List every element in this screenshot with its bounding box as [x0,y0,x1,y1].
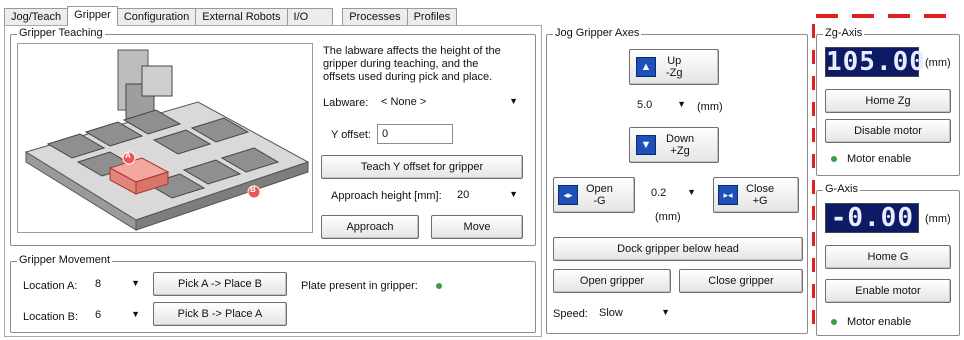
approach-height-value: 20 [457,189,470,201]
marker-b-label: B [250,185,256,194]
jog-gripper-axes-group: Jog Gripper Axes ▲ Up -Zg 5.0 ▼ (mm) ▼ D… [546,27,808,334]
annotation-dash [812,180,815,194]
jog-close-text: Close [746,183,775,195]
annotation-dash [812,50,815,64]
location-a-value: 8 [95,278,102,290]
jog-open-button[interactable]: ◂▸ Open -G [553,177,635,213]
jog-close-button[interactable]: ▸◂ Close +G [713,177,799,213]
tab-jog-teach[interactable]: Jog/Teach [4,8,69,26]
annotation-dash [812,258,815,272]
approach-height-label: Approach height [mm]: [331,190,442,202]
g-step-value: 0.2 [651,187,667,199]
annotation-dash [812,24,815,38]
description-line: offsets used during pick and place. [323,71,493,83]
zg-step-value: 5.0 [637,99,653,111]
gripper-teaching-group: Gripper Teaching A B The labware affects… [10,27,536,246]
description-line: The labware affects the height of the [323,45,501,57]
open-gripper-button[interactable]: Open gripper [553,269,671,293]
labware-description: The labware affects the height of the gr… [323,45,501,84]
jog-gripper-axes-legend: Jog Gripper Axes [553,27,642,39]
jog-down-button[interactable]: ▼ Down +Zg [629,127,719,163]
jog-up-label: Up -Zg [666,55,683,79]
speed-label: Speed: [553,308,588,320]
labware-value: < None > [381,96,427,108]
teach-y-offset-button[interactable]: Teach Y offset for gripper [321,155,523,179]
chevron-down-icon: ▼ [509,96,518,106]
jog-down-text: Down [666,133,695,145]
annotation-dash [924,14,946,18]
jog-open-axis: -G [593,195,606,207]
labware-label: Labware: [323,97,369,109]
pick-b-place-a-button[interactable]: Pick B -> Place A [153,302,287,326]
labware-select[interactable]: < None > ▼ [377,94,521,112]
chevron-down-icon: ▼ [131,278,140,288]
pick-a-place-b-button[interactable]: Pick A -> Place B [153,272,287,296]
annotation-dash [812,206,815,220]
tab-configuration[interactable]: Configuration [116,8,197,26]
location-b-label: Location B: [23,311,79,323]
jog-up-button[interactable]: ▲ Up -Zg [629,49,719,85]
jog-close-label: Close +G [746,183,774,207]
chevron-down-icon: ▼ [131,309,140,319]
arrows-horizontal-icon: ◂▸ [558,185,578,205]
chevron-down-icon: ▼ [677,99,686,109]
annotation-dash [852,14,874,18]
annotation-dash [812,232,815,246]
deck-illustration: A B [17,43,313,233]
jog-down-axis: +Zg [670,145,690,157]
arrow-up-icon: ▲ [636,57,656,77]
close-gripper-button[interactable]: Close gripper [679,269,803,293]
move-button[interactable]: Move [431,215,523,239]
tab-profiles[interactable]: Profiles [406,8,458,26]
dock-gripper-button[interactable]: Dock gripper below head [553,237,803,261]
location-a-label: Location A: [23,280,78,292]
zg-step-unit: (mm) [697,101,723,113]
approach-height-select[interactable]: 20 ▼ [453,187,521,205]
annotation-dash [812,128,815,142]
annotation-dash [812,284,815,298]
arrow-down-icon: ▼ [636,135,656,155]
tab-io[interactable]: I/O [286,8,334,26]
description-line: gripper during teaching, and the [323,58,479,70]
annotation-dash [812,76,815,90]
chevron-down-icon: ▼ [661,307,670,317]
speed-select[interactable]: Slow ▼ [595,305,673,323]
g-step-unit: (mm) [655,211,681,223]
location-b-value: 6 [95,309,102,321]
tab-bar: Jog/Teach Gripper Configuration External… [4,6,458,26]
tab-external-robots[interactable]: External Robots [195,8,288,26]
plate-present-label: Plate present in gripper: [301,280,418,292]
gripper-movement-legend: Gripper Movement [17,254,113,266]
location-b-select[interactable]: 6 ▼ [91,307,143,325]
tab-processes[interactable]: Processes [342,8,408,26]
jog-up-text: Up [667,55,682,67]
jog-up-axis: -Zg [666,67,683,79]
jog-open-label: Open -G [586,183,613,207]
gripper-teaching-legend: Gripper Teaching [17,27,105,39]
gripper-movement-group: Gripper Movement Location A: 8 ▼ Pick A … [10,254,536,333]
jog-open-text: Open [586,183,613,195]
y-offset-label: Y offset: [331,129,371,141]
tab-gripper[interactable]: Gripper [67,6,118,26]
annotation-dash [812,310,815,324]
speed-value: Slow [599,307,623,319]
annotation-dash [812,154,815,168]
jog-close-axis: +G [752,195,768,207]
zg-step-select[interactable]: 5.0 ▼ [633,97,689,115]
annotation-dash [816,14,838,18]
approach-button[interactable]: Approach [321,215,419,239]
y-offset-input[interactable]: 0 [377,124,453,144]
annotation-highlight [812,14,962,338]
annotation-dash [888,14,910,18]
chevron-down-icon: ▼ [509,189,518,199]
arrows-inward-icon: ▸◂ [718,185,738,205]
annotation-dash [812,102,815,116]
chevron-down-icon: ▼ [687,187,696,197]
deck-image [24,49,310,231]
marker-a-label: A [125,151,131,160]
location-a-select[interactable]: 8 ▼ [91,276,143,294]
plate-present-indicator [436,283,442,289]
g-step-select[interactable]: 0.2 ▼ [647,185,699,203]
jog-down-label: Down +Zg [666,133,694,157]
